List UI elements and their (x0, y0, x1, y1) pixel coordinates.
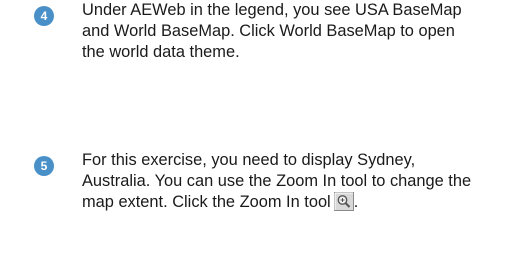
zoom-in-tool-icon (333, 192, 354, 211)
step-instruction-text-part: For this exercise, you need to display S… (82, 151, 472, 211)
step-number-badge: 4 (34, 6, 54, 26)
step-instruction-text: For this exercise, you need to display S… (82, 150, 482, 213)
step-number-badge: 5 (34, 156, 54, 176)
step-instruction-text-end: . (353, 193, 359, 211)
step-instruction-text: Under AEWeb in the legend, you see USA B… (82, 1, 462, 61)
